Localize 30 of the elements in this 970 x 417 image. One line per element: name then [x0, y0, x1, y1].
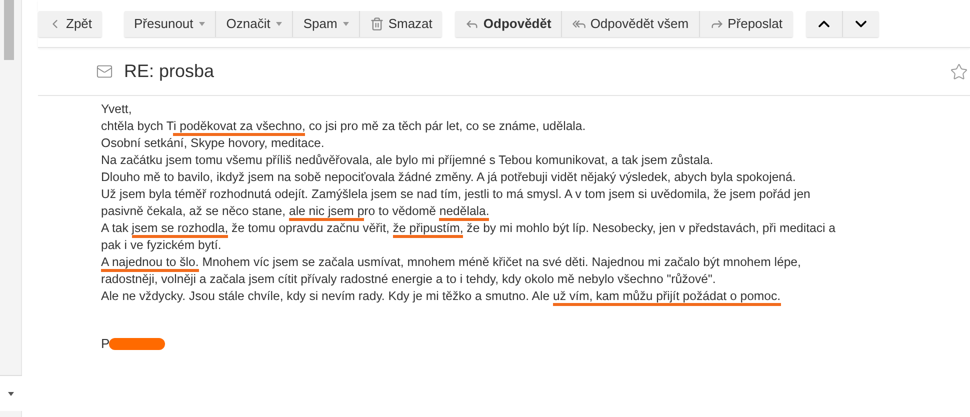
message-text-line: A najednou to šlo. Mnohem víc jsem se začala usmívat, mnohem méně křičet na své děti. Najednou mi začalo být mnohem lépe,	[101, 254, 970, 271]
toolbar-button[interactable]: Zpět	[38, 10, 102, 36]
star-icon[interactable]	[950, 62, 968, 80]
toolbar-button[interactable]: Přeposlat	[698, 10, 793, 36]
toolbar-button[interactable]: Odpovědět	[455, 10, 562, 36]
message-text-line: A tak jsem se rozhodla, že tomu opravdu začnu věřit, že připustím, že by mi mohlo být líp. Nesobecky, jen v představách, při meditaci a	[101, 220, 970, 237]
message-text-line: chtěla bych Ti poděkovat za všechno, co jsi pro mě za těch pár let, co se známe, udělala.	[101, 118, 970, 135]
envelope-icon	[96, 63, 113, 80]
caret-icon	[8, 392, 14, 396]
toolbar-button[interactable]: Odpovědět všem	[561, 10, 699, 36]
toolbar-button[interactable]: Přesunout	[124, 10, 216, 36]
message-text-line: Ale ne vždycky. Jsou stále chvíle, kdy si nevím rady. Kdy je mi těžko a smutno. Ale už vím, kam můžu přijít požádat o pomoc.	[101, 288, 970, 305]
scrollbar-thumb[interactable]	[4, 0, 14, 60]
signature-text: P	[101, 335, 110, 352]
message-text-line: Na začátku jsem tomu všemu příliš nedůvěřovala, ale bylo mi příjemné s Tebou komunikovat, a tak jsem zůstala.	[101, 152, 714, 169]
toolbar-button[interactable]: Označit	[215, 10, 292, 36]
toolbar-button[interactable]: Spam	[292, 10, 360, 36]
message-text-line: Yvett,	[101, 101, 133, 118]
previous-button[interactable]	[806, 10, 842, 36]
scrollbar[interactable]	[0, 0, 22, 417]
message-text-line: Už jsem byla téměř rozhodnutá odejít. Zamýšlela jsem se nad tím, jestli to má smysl. A v tom jsem si uvědomila, že jsem pořád jen	[101, 186, 812, 203]
message-subject: RE: prosba	[124, 60, 214, 83]
trash-icon	[370, 16, 384, 30]
next-button[interactable]	[842, 10, 879, 36]
message-text-line: Osobní setkání, Skype hovory, meditace.	[101, 135, 326, 152]
message-text-line: pasivně čekala, až se něco stane, ale nic jsem pro to vědomě nedělala.	[101, 203, 970, 220]
message-text-line: pak i ve fyzickém bytí.	[101, 237, 222, 254]
message-text-line: Dlouho mě to bavilo, ikdyž jsem na sobě nepociťovala žádné změny. A já potřebuji vidět nějaký výsledek, abych byla spokojená.	[101, 169, 797, 186]
toolbar-button[interactable]: Smazat	[359, 10, 442, 36]
message-text-line: radostněji, volněji a začala jsem cítit přívaly radostné energie a to i tehdy, kdy okolo mě nebylo všechno "růžové".	[101, 271, 717, 288]
